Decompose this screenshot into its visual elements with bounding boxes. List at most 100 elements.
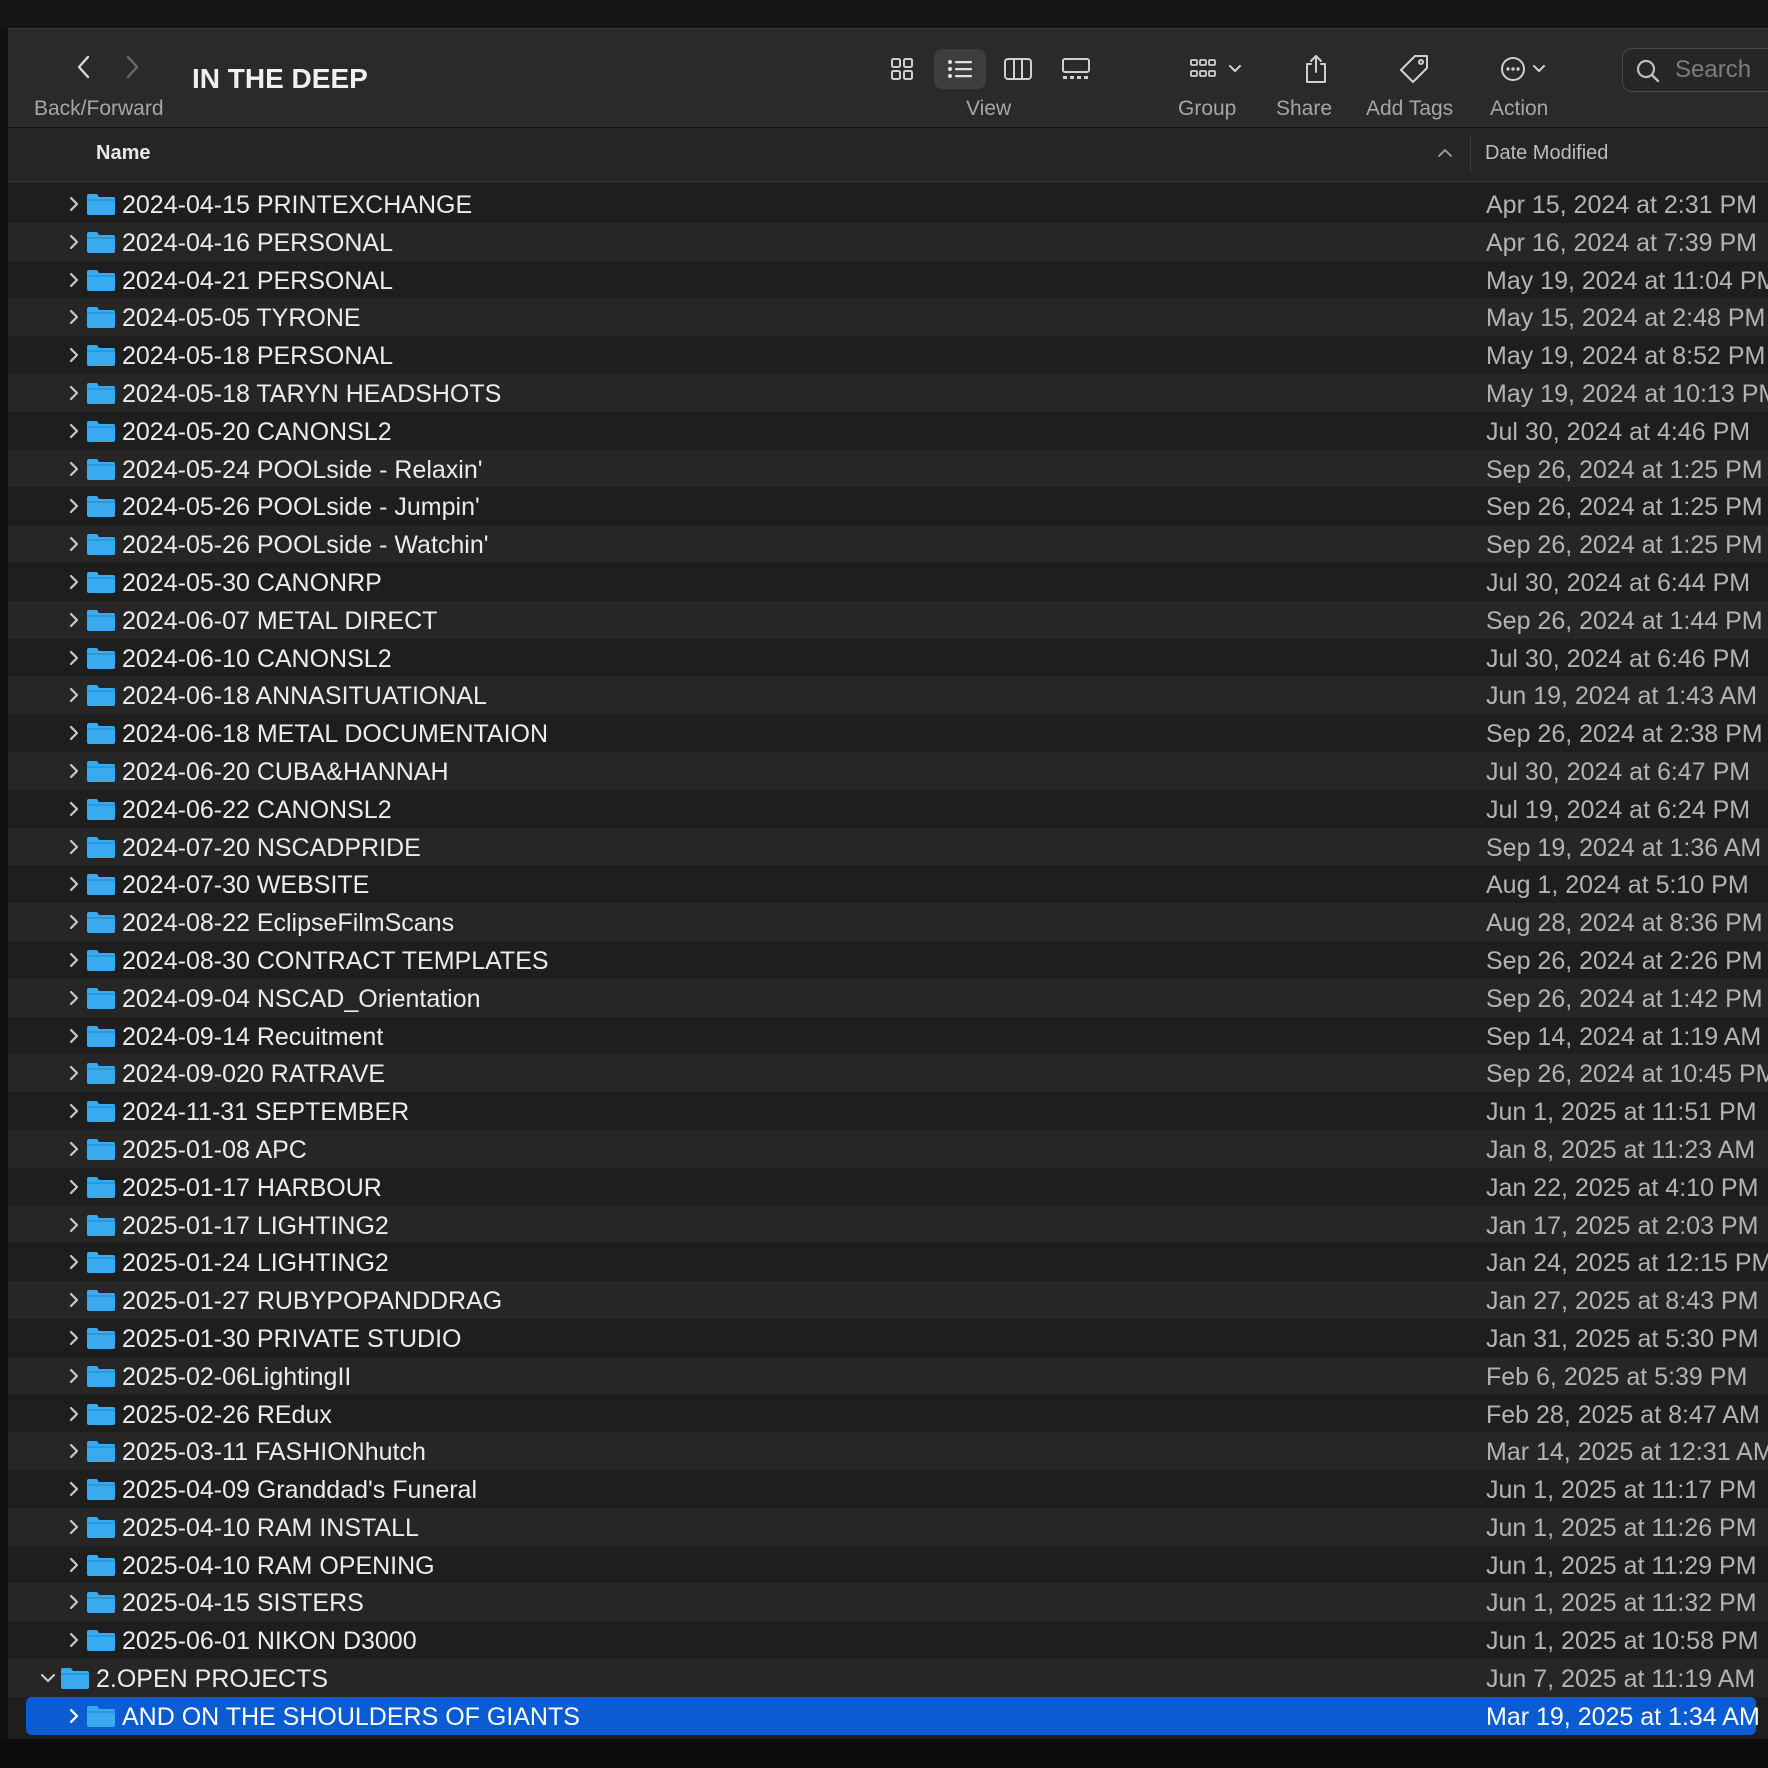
search-input[interactable] bbox=[1673, 55, 1768, 85]
table-row[interactable]: 2024-05-26 POOLside - Jumpin' Sep 26, 202… bbox=[8, 487, 1768, 525]
table-row[interactable]: 2024-05-05 TYRONE May 15, 2024 at 2:48 PM bbox=[8, 298, 1768, 337]
disclosure-collapsed-icon[interactable] bbox=[64, 1101, 84, 1121]
group-button[interactable] bbox=[1186, 47, 1250, 91]
table-row[interactable]: 2024-08-22 EclipseFilmScans Aug 28, 2024 … bbox=[8, 903, 1768, 941]
disclosure-collapsed-icon[interactable] bbox=[64, 874, 84, 894]
table-row[interactable]: 2.OPEN PROJECTS Jun 7, 2025 at 11:19 AM bbox=[8, 1659, 1768, 1697]
table-row[interactable]: 2024-05-30 CANONRP Jul 30, 2024 at 6:44 P… bbox=[8, 563, 1768, 601]
disclosure-collapsed-icon[interactable] bbox=[64, 1404, 84, 1424]
disclosure-collapsed-icon[interactable] bbox=[64, 270, 84, 290]
table-row[interactable]: 2024-09-14 Recuitment Sep 14, 2024 at 1:1… bbox=[8, 1017, 1768, 1055]
disclosure-collapsed-icon[interactable] bbox=[64, 1026, 84, 1046]
disclosure-collapsed-icon[interactable] bbox=[64, 572, 84, 592]
table-row[interactable]: 2024-08-30 CONTRACT TEMPLATES Sep 26, 202… bbox=[8, 941, 1768, 979]
disclosure-collapsed-icon[interactable] bbox=[64, 1441, 84, 1461]
disclosure-collapsed-icon[interactable] bbox=[64, 345, 84, 365]
disclosure-collapsed-icon[interactable] bbox=[64, 648, 84, 668]
table-row[interactable]: 2024-05-18 TARYN HEADSHOTS May 19, 2024 a… bbox=[8, 373, 1768, 412]
disclosure-collapsed-icon[interactable] bbox=[64, 610, 84, 630]
table-row[interactable]: 2024-05-24 POOLside - Relaxin' Sep 26, 20… bbox=[8, 449, 1768, 488]
disclosure-collapsed-icon[interactable] bbox=[64, 1517, 84, 1537]
table-row-selected[interactable]: AND ON THE SHOULDERS OF GIANTS Mar 19, 20… bbox=[26, 1696, 1760, 1735]
table-row[interactable]: 2025-01-17 LIGHTING2 Jan 17, 2025 at 2:03… bbox=[8, 1205, 1768, 1244]
disclosure-collapsed-icon[interactable] bbox=[64, 1290, 84, 1310]
table-row[interactable]: 2025-02-26 REdux Feb 28, 2025 at 8:47 AM bbox=[8, 1395, 1768, 1433]
table-row[interactable]: 2024-05-20 CANONSL2 Jul 30, 2024 at 4:46 … bbox=[8, 412, 1768, 450]
table-row[interactable]: 2024-05-26 POOLside - Watchin' Sep 26, 20… bbox=[8, 525, 1768, 563]
table-row[interactable]: 2024-07-30 WEBSITE Aug 1, 2024 at 5:10 PM bbox=[8, 865, 1768, 903]
disclosure-collapsed-icon[interactable] bbox=[64, 232, 84, 252]
table-row[interactable]: 2025-04-10 RAM INSTALL Jun 1, 2025 at 11:… bbox=[8, 1507, 1768, 1546]
list-view-button[interactable] bbox=[934, 49, 986, 89]
date-modified-column-header[interactable]: Date Modified bbox=[1485, 142, 1608, 165]
table-row[interactable]: 2025-04-15 SISTERS Jun 1, 2025 at 11:32 P… bbox=[8, 1583, 1768, 1622]
disclosure-collapsed-icon[interactable] bbox=[64, 761, 84, 781]
column-view-button[interactable] bbox=[992, 49, 1044, 89]
table-row[interactable]: 2025-01-08 APC Jan 8, 2025 at 11:23 AM bbox=[8, 1129, 1768, 1168]
table-row[interactable]: 2024-06-18 METAL DOCUMENTAION Sep 26, 202… bbox=[8, 714, 1768, 752]
search-field[interactable] bbox=[1622, 48, 1768, 92]
column-divider[interactable] bbox=[1470, 136, 1471, 172]
table-row[interactable]: 2024-04-16 PERSONAL Apr 16, 2024 at 7:39 … bbox=[8, 222, 1768, 261]
disclosure-collapsed-icon[interactable] bbox=[64, 307, 84, 327]
table-row[interactable]: 2024-04-15 PRINTEXCHANGE Apr 15, 2024 at … bbox=[8, 185, 1768, 223]
disclosure-collapsed-icon[interactable] bbox=[64, 1479, 84, 1499]
table-row[interactable]: 2025-01-27 RUBYPOPANDDRAG Jan 27, 2025 at… bbox=[8, 1281, 1768, 1319]
table-row[interactable]: 2024-09-04 NSCAD_Orientation Sep 26, 2024… bbox=[8, 978, 1768, 1017]
disclosure-collapsed-icon[interactable] bbox=[64, 1177, 84, 1197]
table-row[interactable]: 2024-04-21 PERSONAL May 19, 2024 at 11:04… bbox=[8, 261, 1768, 299]
back-button[interactable] bbox=[64, 47, 104, 87]
disclosure-collapsed-icon[interactable] bbox=[64, 1063, 84, 1083]
disclosure-collapsed-icon[interactable] bbox=[64, 1215, 84, 1235]
table-row[interactable]: 2024-06-20 CUBA&HANNAH Jul 30, 2024 at 6:… bbox=[8, 751, 1768, 790]
gallery-view-button[interactable] bbox=[1050, 49, 1102, 89]
table-row[interactable]: 2024-07-20 NSCADPRIDE Sep 19, 2024 at 1:3… bbox=[8, 827, 1768, 866]
disclosure-collapsed-icon[interactable] bbox=[64, 1366, 84, 1386]
disclosure-collapsed-icon[interactable] bbox=[64, 383, 84, 403]
disclosure-collapsed-icon[interactable] bbox=[64, 1630, 84, 1650]
table-row[interactable]: 2024-09-020 RATRAVE Sep 26, 2024 at 10:45… bbox=[8, 1054, 1768, 1093]
action-button[interactable] bbox=[1496, 47, 1560, 91]
table-row[interactable]: 2025-01-17 HARBOUR Jan 22, 2025 at 4:10 P… bbox=[8, 1168, 1768, 1206]
disclosure-collapsed-icon[interactable] bbox=[64, 459, 84, 479]
file-name: 2.OPEN PROJECTS bbox=[96, 1665, 328, 1694]
table-row[interactable]: 2024-05-18 PERSONAL May 19, 2024 at 8:52 … bbox=[8, 336, 1768, 374]
disclosure-collapsed-icon[interactable] bbox=[64, 912, 84, 932]
disclosure-expanded-icon[interactable] bbox=[38, 1668, 58, 1688]
disclosure-collapsed-icon[interactable] bbox=[64, 1139, 84, 1159]
disclosure-collapsed-icon[interactable] bbox=[64, 421, 84, 441]
table-row[interactable]: 2024-06-10 CANONSL2 Jul 30, 2024 at 6:46 … bbox=[8, 639, 1768, 677]
date-modified: Sep 26, 2024 at 1:25 PM bbox=[1486, 493, 1763, 522]
forward-button[interactable] bbox=[112, 47, 152, 87]
disclosure-collapsed-icon[interactable] bbox=[64, 988, 84, 1008]
disclosure-collapsed-icon[interactable] bbox=[64, 799, 84, 819]
table-row[interactable]: 2024-06-18 ANNASITUATIONAL Jun 19, 2024 a… bbox=[8, 676, 1768, 715]
disclosure-collapsed-icon[interactable] bbox=[64, 496, 84, 516]
table-row[interactable]: 2025-03-11 FASHIONhutch Mar 14, 2025 at 1… bbox=[8, 1432, 1768, 1471]
icon-view-button[interactable] bbox=[876, 49, 928, 89]
table-row[interactable]: 2025-06-01 NIKON D3000 Jun 1, 2025 at 10:… bbox=[8, 1621, 1768, 1659]
disclosure-collapsed-icon[interactable] bbox=[64, 685, 84, 705]
table-row[interactable]: 2024-06-22 CANONSL2 Jul 19, 2024 at 6:24 … bbox=[8, 790, 1768, 828]
disclosure-collapsed-icon[interactable] bbox=[64, 1555, 84, 1575]
disclosure-collapsed-icon[interactable] bbox=[64, 1592, 84, 1612]
disclosure-collapsed-icon[interactable] bbox=[64, 1328, 84, 1348]
table-row[interactable]: 2024-06-07 METAL DIRECT Sep 26, 2024 at 1… bbox=[8, 600, 1768, 639]
share-button[interactable] bbox=[1294, 47, 1338, 91]
table-row[interactable]: 2025-01-30 PRIVATE STUDIO Jan 31, 2025 at… bbox=[8, 1319, 1768, 1357]
disclosure-collapsed-icon[interactable] bbox=[64, 837, 84, 857]
table-row[interactable]: 2025-04-10 RAM OPENING Jun 1, 2025 at 11:… bbox=[8, 1546, 1768, 1584]
table-row[interactable]: 2025-01-24 LIGHTING2 Jan 24, 2025 at 12:1… bbox=[8, 1243, 1768, 1281]
disclosure-collapsed-icon[interactable] bbox=[64, 1706, 84, 1726]
add-tags-button[interactable] bbox=[1392, 47, 1436, 91]
disclosure-collapsed-icon[interactable] bbox=[64, 1252, 84, 1272]
table-row[interactable]: 2024-11-31 SEPTEMBER Jun 1, 2025 at 11:51… bbox=[8, 1092, 1768, 1130]
disclosure-collapsed-icon[interactable] bbox=[64, 723, 84, 743]
disclosure-collapsed-icon[interactable] bbox=[64, 194, 84, 214]
sort-ascending-icon[interactable] bbox=[1436, 144, 1454, 162]
name-column-header[interactable]: Name bbox=[96, 142, 150, 165]
table-row[interactable]: 2025-04-09 Granddad's Funeral Jun 1, 2025… bbox=[8, 1470, 1768, 1508]
table-row[interactable]: 2025-02-06LightingII Feb 6, 2025 at 5:39 … bbox=[8, 1356, 1768, 1395]
disclosure-collapsed-icon[interactable] bbox=[64, 534, 84, 554]
disclosure-collapsed-icon[interactable] bbox=[64, 950, 84, 970]
